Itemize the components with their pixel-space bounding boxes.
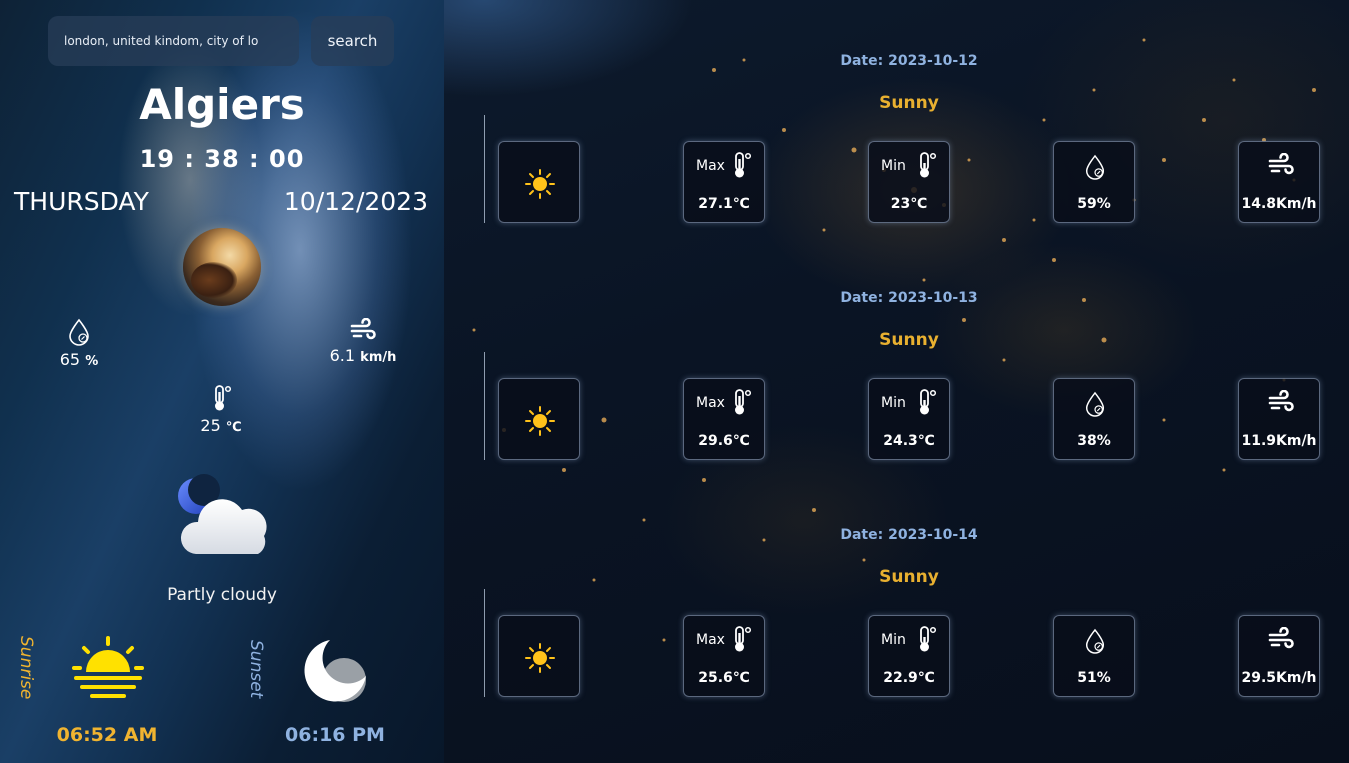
humidity-icon: [1085, 628, 1105, 654]
sunrise-icon: [72, 636, 144, 698]
forecast-date: Date: 2023-10-12: [840, 53, 978, 69]
temperature-stat: 25 ℃: [182, 384, 260, 435]
moon-image: [183, 228, 261, 306]
humidity-value: 59%: [1077, 196, 1111, 212]
max-label: Max: [696, 395, 725, 411]
min-label: Min: [881, 158, 906, 174]
crescent-moon-icon: [304, 640, 366, 702]
forecast-condition-card: [498, 378, 580, 460]
day-name: THURSDAY: [14, 187, 149, 216]
sunrise-label: Sunrise: [16, 636, 36, 700]
wind-value: 6.1: [329, 346, 356, 365]
thermometer-icon: [920, 626, 937, 652]
thermometer-icon: [735, 626, 752, 652]
thermometer-icon: [735, 152, 752, 178]
forecast-condition-card: [498, 141, 580, 223]
sun-icon: [525, 169, 555, 199]
max-label: Max: [696, 158, 725, 174]
humidity-value: 65: [59, 350, 81, 369]
min-label: Min: [881, 632, 906, 648]
min-temp-value: 22.9℃: [883, 670, 935, 686]
wind-icon: [1268, 153, 1294, 175]
forecast-min-card: Min 24.3℃: [868, 378, 950, 460]
city-name: Algiers: [139, 80, 305, 129]
humidity-value: 51%: [1077, 670, 1111, 686]
sunset-label: Sunset: [246, 640, 266, 699]
forecast-humidity-card: 38%: [1053, 378, 1135, 460]
min-temp-value: 24.3℃: [883, 433, 935, 449]
max-temp-value: 25.6℃: [698, 670, 750, 686]
forecast-wind-card: 11.9Km/h: [1238, 378, 1320, 460]
humidity-stat: 65 %: [40, 318, 118, 369]
forecast-condition: Sunny: [879, 567, 939, 587]
thermometer-icon: [215, 385, 232, 411]
forecast-max-card: Max 29.6℃: [683, 378, 765, 460]
divider: [484, 589, 485, 697]
max-temp-value: 27.1℃: [698, 196, 750, 212]
max-label: Max: [696, 632, 725, 648]
forecast-panel: Date: 2023-10-12 Sunny Max 27.1℃ Min 23℃…: [444, 0, 1349, 763]
wind-value: 29.5Km/h: [1241, 670, 1317, 686]
thermometer-icon: [735, 389, 752, 415]
wind-value: 14.8Km/h: [1241, 196, 1317, 212]
forecast-wind-card: 14.8Km/h: [1238, 141, 1320, 223]
divider: [484, 115, 485, 223]
sun-icon: [525, 406, 555, 436]
humidity-value: 38%: [1077, 433, 1111, 449]
wind-icon: [1268, 627, 1294, 649]
thermometer-icon: [920, 389, 937, 415]
forecast-humidity-card: 51%: [1053, 615, 1135, 697]
sunset-time: 06:16 PM: [285, 724, 385, 746]
wind-icon: [1268, 390, 1294, 412]
min-temp-value: 23℃: [890, 196, 928, 212]
clock: 19 : 38 : 00: [139, 145, 305, 173]
partly-cloudy-night-icon: [178, 474, 267, 554]
forecast-wind-card: 29.5Km/h: [1238, 615, 1320, 697]
wind-value: 11.9Km/h: [1241, 433, 1317, 449]
temperature-unit: ℃: [225, 420, 242, 435]
forecast-condition: Sunny: [879, 330, 939, 350]
humidity-icon: [1085, 154, 1105, 180]
humidity-icon: [1085, 391, 1105, 417]
forecast-condition: Sunny: [879, 93, 939, 113]
wind-unit: km/h: [360, 350, 397, 365]
search-button[interactable]: search: [311, 16, 394, 66]
wind-icon: [350, 318, 376, 340]
forecast-date: Date: 2023-10-13: [840, 290, 978, 306]
forecast-date: Date: 2023-10-14: [840, 527, 978, 543]
forecast-max-card: Max 27.1℃: [683, 141, 765, 223]
forecast-min-card: Min 23℃: [868, 141, 950, 223]
condition-text: Partly cloudy: [167, 585, 277, 605]
forecast-min-card: Min 22.9℃: [868, 615, 950, 697]
sun-icon: [525, 643, 555, 673]
max-temp-value: 29.6℃: [698, 433, 750, 449]
humidity-unit: %: [85, 354, 99, 369]
divider: [484, 352, 485, 460]
temperature-value: 25: [200, 416, 221, 435]
thermometer-icon: [920, 152, 937, 178]
forecast-max-card: Max 25.6℃: [683, 615, 765, 697]
search-input[interactable]: [48, 16, 299, 66]
wind-stat: 6.1 km/h: [322, 318, 404, 365]
humidity-icon: [69, 318, 89, 346]
min-label: Min: [881, 395, 906, 411]
forecast-condition-card: [498, 615, 580, 697]
current-weather-panel: search Algiers 19 : 38 : 00 THURSDAY 10/…: [0, 0, 444, 763]
sunrise-time: 06:52 AM: [56, 724, 158, 746]
forecast-humidity-card: 59%: [1053, 141, 1135, 223]
current-date: 10/12/2023: [283, 187, 428, 216]
